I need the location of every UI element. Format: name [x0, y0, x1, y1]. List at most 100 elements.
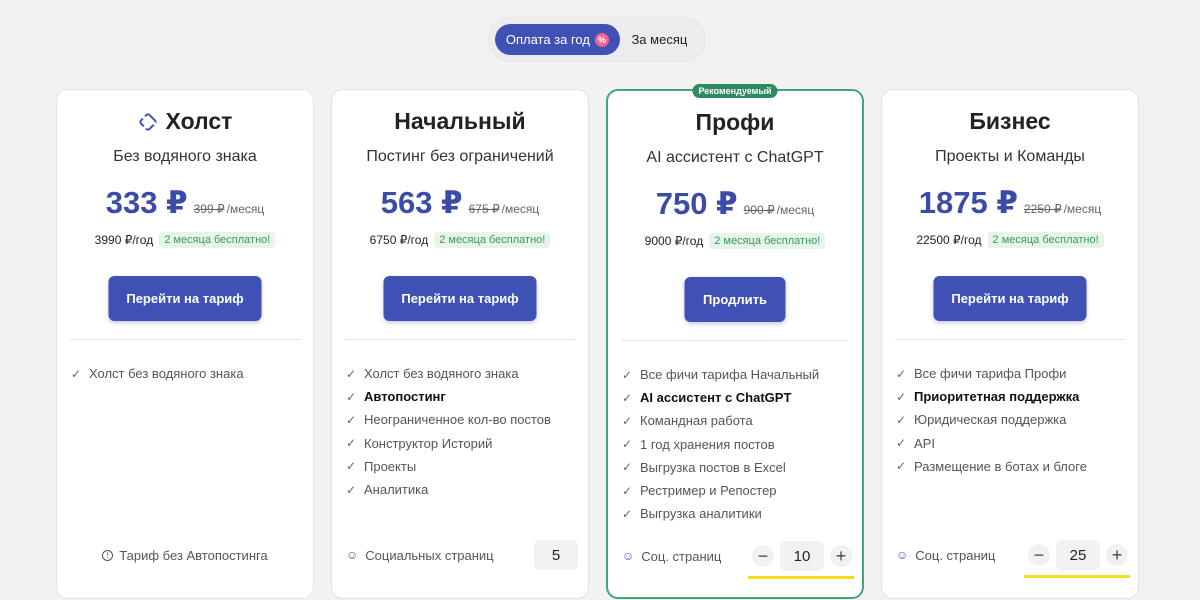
plan-footer: ! Тариф без Автопостинга — [57, 540, 313, 570]
increment-button[interactable]: + — [1106, 544, 1128, 566]
check-icon: ✓ — [622, 460, 633, 475]
feature-label: Все фичи тарифа Начальный — [640, 367, 820, 383]
social-pages-stepper: − 10 + — [748, 541, 854, 579]
plan-footer: ☺ Социальных страниц 5 — [346, 540, 578, 570]
price-row: 1875 ₽ 2250 ₽ /месяц — [882, 185, 1138, 221]
plan-subtitle: Проекты и Команды — [935, 148, 1085, 165]
free-months-badge: 2 месяца бесплатно! — [709, 233, 826, 249]
check-icon: ✓ — [346, 412, 357, 427]
select-plan-button[interactable]: Перейти на тариф — [933, 276, 1087, 321]
yearly-price: 22500 ₽/год — [916, 233, 982, 247]
feature-item: ✓ Холст без водяного знака — [71, 362, 303, 385]
feature-item: ✓ Аналитика — [346, 478, 578, 501]
feature-item: ✓ Неограниченное кол-во постов — [346, 408, 578, 431]
check-icon: ✓ — [896, 436, 907, 451]
feature-item: ✓ Конструктор Историй — [346, 432, 578, 455]
yearly-price-row: 6750 ₽/год 2 месяца бесплатно! — [332, 232, 588, 248]
feature-label: 1 год хранения постов — [640, 436, 775, 452]
check-icon: ✓ — [346, 389, 357, 404]
price-row: 333 ₽ 399 ₽ /месяц — [57, 185, 313, 221]
price-old: 900 ₽ — [743, 203, 775, 217]
feature-label: Неограниченное кол-во постов — [364, 412, 551, 428]
divider — [345, 339, 575, 340]
plan-title: Бизнес — [969, 108, 1051, 134]
price-period: /месяц — [226, 202, 265, 216]
plan-title-text: Холст — [165, 108, 233, 134]
price-main: 563 ₽ — [380, 185, 463, 220]
feature-item: ✓ Автопостинг — [346, 385, 578, 408]
highlight-underline — [1024, 575, 1130, 578]
plan-card-holst: Холст Без водяного знака 333 ₽ 399 ₽ /ме… — [56, 89, 314, 599]
check-icon: ✓ — [346, 482, 357, 497]
plan-title: Начальный — [394, 108, 526, 134]
toggle-yearly-label: Оплата за год — [505, 32, 590, 47]
select-plan-button[interactable]: Перейти на тариф — [383, 276, 537, 321]
price-period: /месяц — [1063, 202, 1102, 216]
footer-label: Социальных страниц — [365, 547, 494, 563]
decrement-button[interactable]: − — [1028, 544, 1050, 566]
feature-list: ✓ Все фичи тарифа Профи ✓ Приоритетная под… — [896, 362, 1128, 478]
user-icon: ☺ — [896, 548, 909, 562]
feature-item: ✓ API — [896, 432, 1128, 455]
yearly-price-row: 3990 ₽/год 2 месяца бесплатно! — [57, 232, 313, 248]
plan-footer: ☺ Соц. страниц − 10 + — [622, 541, 854, 579]
toggle-monthly[interactable]: За месяц — [620, 24, 699, 55]
price-main: 333 ₽ — [105, 185, 188, 220]
feature-label: Рестример и Репостер — [640, 483, 777, 499]
check-icon: ✓ — [346, 366, 357, 381]
divider — [895, 339, 1125, 340]
social-pages-count: 5 — [534, 540, 578, 570]
feature-item: ✓ Рестример и Репостер — [622, 479, 852, 502]
price-old: 675 ₽ — [468, 202, 500, 216]
plan-subtitle: Без водяного знака — [113, 148, 257, 165]
price-old: 399 ₽ — [193, 202, 225, 216]
plan-title: Профи — [695, 109, 775, 135]
price-period: /месяц — [501, 202, 540, 216]
plan-subtitle: AI ассистент с ChatGPT — [646, 149, 824, 166]
footer-label: Тариф без Автопостинга — [119, 547, 268, 563]
check-icon: ✓ — [622, 413, 633, 428]
toggle-yearly[interactable]: Оплата за год % — [495, 24, 620, 55]
free-months-badge: 2 месяца бесплатно! — [987, 232, 1104, 248]
feature-list: ✓ Все фичи тарифа Начальный ✓ AI ассистент… — [622, 363, 852, 525]
feature-label: Аналитика — [364, 482, 429, 498]
feature-item: ✓ Выгрузка постов в Excel — [622, 456, 852, 479]
check-icon: ✓ — [896, 366, 907, 381]
recommended-badge: Рекомендуемый — [692, 84, 778, 98]
feature-label: Приоритетная поддержка — [914, 389, 1080, 405]
free-months-badge: 2 месяца бесплатно! — [434, 232, 551, 248]
footer-label: Соц. страниц — [641, 548, 722, 564]
increment-button[interactable]: + — [830, 545, 852, 567]
feature-item: ✓ Все фичи тарифа Начальный — [622, 363, 852, 386]
highlight-underline — [748, 576, 854, 579]
feature-item: ✓ 1 год хранения постов — [622, 433, 852, 456]
billing-period-toggle: Оплата за год % За месяц — [488, 17, 706, 62]
feature-item: ✓ Приоритетная поддержка — [896, 385, 1128, 408]
check-icon: ✓ — [622, 437, 633, 452]
plan-card-pro: Рекомендуемый Профи AI ассистент с ChatG… — [606, 84, 864, 599]
feature-label: Выгрузка аналитики — [640, 506, 762, 522]
social-pages-stepper: − 25 + — [1024, 540, 1130, 578]
feature-label: Проекты — [364, 458, 417, 474]
social-pages-count[interactable]: 25 — [1056, 540, 1100, 570]
feature-label: AI ассистент с ChatGPT — [640, 390, 792, 406]
feature-item: ✓ Все фичи тарифа Профи — [896, 362, 1128, 385]
select-plan-button[interactable]: Перейти на тариф — [108, 276, 262, 321]
divider — [621, 340, 849, 341]
discount-icon: % — [594, 32, 609, 47]
user-icon: ☺ — [622, 549, 635, 563]
check-icon: ✓ — [896, 389, 907, 404]
feature-list: ✓ Холст без водяного знака — [71, 362, 303, 385]
feature-item: ✓ Командная работа — [622, 409, 852, 432]
feature-item: ✓ Юридическая поддержка — [896, 408, 1128, 431]
social-pages-count[interactable]: 10 — [780, 541, 824, 571]
decrement-button[interactable]: − — [752, 545, 774, 567]
check-icon: ✓ — [622, 506, 633, 521]
renew-button[interactable]: Продлить — [684, 277, 786, 322]
check-icon: ✓ — [622, 367, 633, 382]
feature-label: Выгрузка постов в Excel — [640, 459, 786, 475]
check-icon: ✓ — [622, 483, 633, 498]
feature-label: Конструктор Историй — [364, 435, 493, 451]
price-main: 1875 ₽ — [918, 185, 1018, 220]
feature-label: Командная работа — [640, 413, 753, 429]
